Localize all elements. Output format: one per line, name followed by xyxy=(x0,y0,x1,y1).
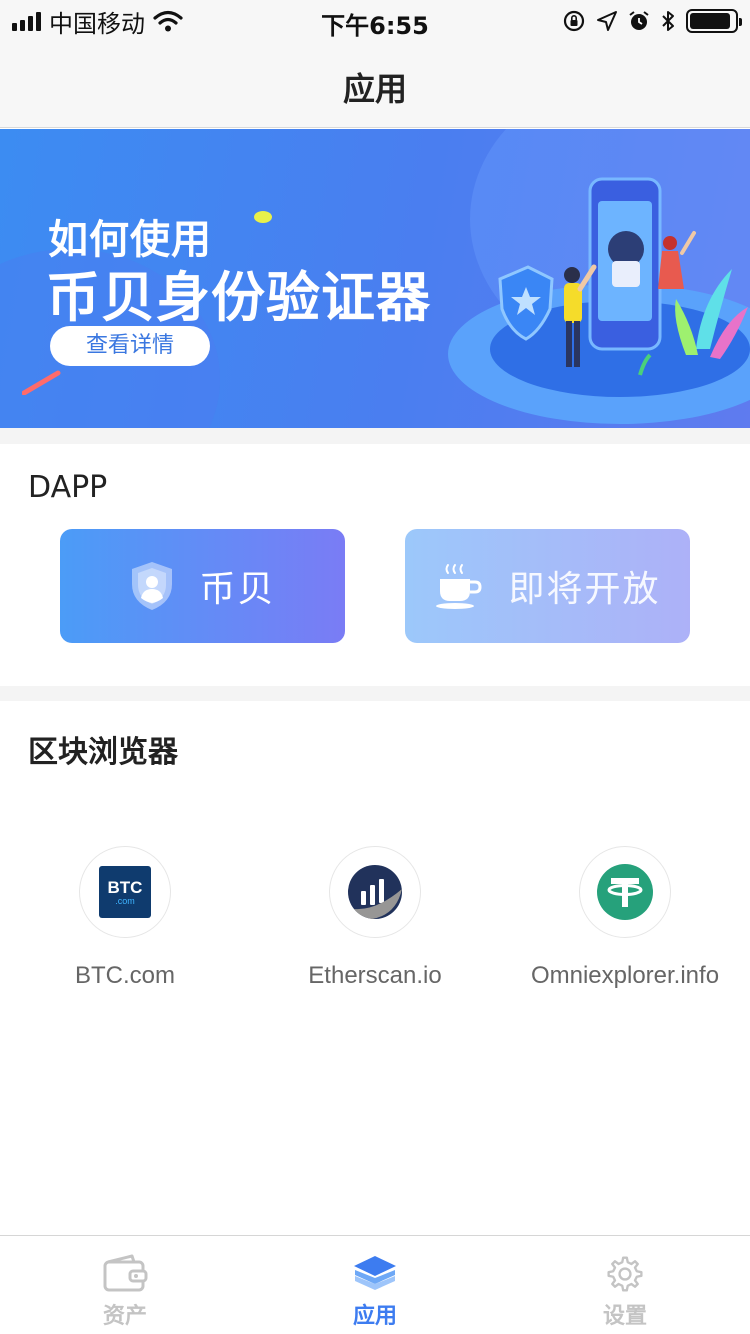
banner-decor-streak xyxy=(22,370,61,395)
dapp-card-bibei[interactable]: 币贝 xyxy=(60,529,345,643)
banner-illustration xyxy=(448,177,750,424)
page-title: 应用 xyxy=(342,70,407,108)
coffee-cup-icon xyxy=(436,564,482,609)
tab-assets[interactable]: 资产 xyxy=(0,1236,250,1334)
navigation-bar: 应用 xyxy=(0,40,750,128)
dapp-card-coming-soon[interactable]: 即将开放 xyxy=(405,529,690,643)
view-details-button[interactable]: 查看详情 xyxy=(50,326,210,366)
explorer-section-title: 区块浏览器 xyxy=(28,735,178,770)
etherscan-logo-icon xyxy=(348,865,402,919)
btc-logo-text: BTC xyxy=(108,878,143,897)
status-bar: 中国移动 下午6:55 xyxy=(0,0,750,40)
tether-logo-icon xyxy=(597,864,653,920)
tab-apps[interactable]: 应用 xyxy=(250,1236,500,1334)
status-bar-right xyxy=(562,8,742,34)
explorer-item-omniexplorer[interactable]: Omniexplorer.info xyxy=(500,846,750,990)
explorer-logo-frame xyxy=(579,846,671,938)
battery-level xyxy=(690,13,731,29)
btc-com-logo-icon: BTC .com xyxy=(99,866,151,918)
tab-settings[interactable]: 设置 xyxy=(500,1236,750,1334)
explorer-name: Omniexplorer.info xyxy=(530,962,720,989)
banner-decor-spark xyxy=(254,211,272,223)
btc-logo-subtext: .com xyxy=(115,896,135,906)
explorer-logo-frame: BTC .com xyxy=(79,846,171,938)
dapp-section-title: DAPP xyxy=(28,470,108,505)
wallet-icon xyxy=(103,1254,148,1292)
bluetooth-icon xyxy=(662,11,674,31)
rotation-lock-icon xyxy=(563,10,585,32)
explorer-item-btc[interactable]: BTC .com BTC.com xyxy=(0,846,250,990)
tab-label: 资产 xyxy=(102,1304,147,1329)
tab-bar: 资产 应用 设置 xyxy=(0,1235,750,1334)
section-divider xyxy=(0,428,750,444)
gear-icon xyxy=(607,1256,643,1292)
dapp-card-label: 即将开放 xyxy=(508,569,661,610)
banner-subheading: 币贝身份验证器 xyxy=(46,266,431,329)
alarm-icon xyxy=(629,11,649,30)
explorer-logo-frame xyxy=(329,846,421,938)
explorer-name: BTC.com xyxy=(74,962,175,989)
layers-icon xyxy=(354,1256,396,1290)
location-icon xyxy=(597,11,617,31)
section-divider xyxy=(0,686,750,701)
tab-label: 设置 xyxy=(602,1304,647,1329)
dapp-card-label: 币贝 xyxy=(199,569,276,610)
explorer-name: Etherscan.io xyxy=(308,962,442,989)
promo-banner[interactable]: 如何使用 币贝身份验证器 查看详情 xyxy=(0,129,750,428)
explorer-item-etherscan[interactable]: Etherscan.io xyxy=(250,846,500,990)
tab-label: 应用 xyxy=(352,1304,397,1329)
battery-icon xyxy=(686,9,742,33)
shield-user-icon xyxy=(132,562,173,610)
